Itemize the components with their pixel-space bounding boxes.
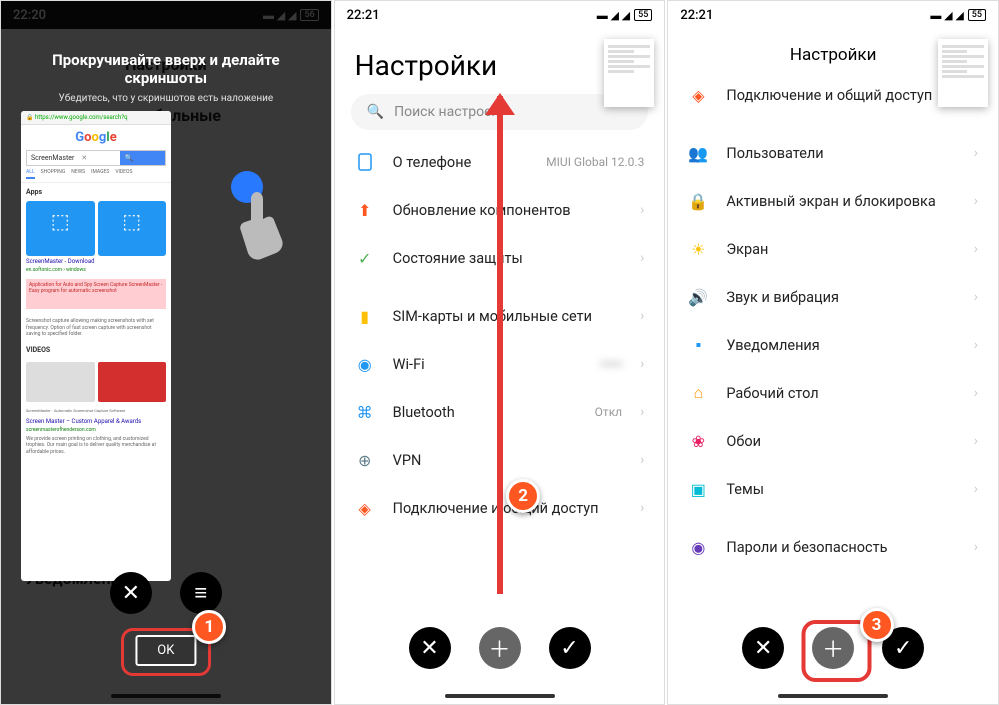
settings-row-users[interactable]: 👥Пользователи› xyxy=(668,129,998,177)
home-indicator xyxy=(445,694,555,698)
themes-icon: ▣ xyxy=(688,479,708,499)
sim-icon: ▮ xyxy=(355,306,375,326)
chevron-right-icon: › xyxy=(640,250,644,266)
settings-row-passwords[interactable]: ◉Пароли и безопасность› xyxy=(668,523,998,571)
share-icon: ◈ xyxy=(355,498,375,518)
demo-url: 🔒 https://www.google.com/search?q xyxy=(21,111,171,125)
step-badge-3: 3 xyxy=(860,608,894,642)
phone-panel-1: 22:20 ▬ ◢ ◢ 56 Настройки обильные Пользо… xyxy=(0,0,332,705)
bluetooth-icon: ⌘ xyxy=(355,402,375,422)
sound-icon: 🔊 xyxy=(688,287,708,307)
scroll-arrow-icon xyxy=(497,96,503,594)
status-icons: ▬ ◢ ◢ 55 xyxy=(597,9,653,22)
screenshot-thumbnail[interactable] xyxy=(938,39,988,107)
fingerprint-icon: ◉ xyxy=(688,537,708,557)
chevron-right-icon: › xyxy=(640,202,644,218)
wifi-icon: ◉ xyxy=(355,354,375,374)
settings-row-wallpaper[interactable]: ❀Обои› xyxy=(668,417,998,465)
home-indicator xyxy=(778,694,888,698)
chevron-right-icon: › xyxy=(974,241,978,257)
chevron-right-icon: › xyxy=(974,193,978,209)
chevron-right-icon: › xyxy=(640,308,644,324)
cancel-button[interactable]: ✕ xyxy=(409,627,451,669)
settings-row-notif[interactable]: ▪Уведомления› xyxy=(668,321,998,369)
status-icons: ▬ ◢ ◢ 55 xyxy=(930,9,986,22)
cancel-button[interactable]: ✕ xyxy=(742,627,784,669)
screenshot-thumbnail[interactable] xyxy=(604,39,654,107)
chevron-right-icon: › xyxy=(640,356,644,372)
chevron-right-icon: › xyxy=(974,539,978,555)
notification-icon: ▪ xyxy=(688,335,708,355)
status-bar: 22:21 ▬ ◢ ◢ 55 xyxy=(335,1,665,29)
status-time: 22:21 xyxy=(680,8,713,23)
phone-icon xyxy=(355,152,375,172)
settings-row-themes[interactable]: ▣Темы› xyxy=(668,465,998,513)
cancel-icon[interactable]: ✕ xyxy=(110,572,152,614)
chevron-right-icon: › xyxy=(974,385,978,401)
ok-button[interactable]: OK xyxy=(135,635,196,666)
demo-search: ScreenMaster✕🔍 xyxy=(26,150,166,166)
phone-panel-2: 22:21 ▬ ◢ ◢ 55 Настройки 🔍Поиск настроек… xyxy=(334,0,666,705)
chevron-right-icon: › xyxy=(974,433,978,449)
chevron-right-icon: › xyxy=(974,337,978,353)
brightness-icon: ☀ xyxy=(688,239,708,259)
chevron-right-icon: › xyxy=(974,289,978,305)
step-badge-1: 1 xyxy=(192,610,226,644)
demo-tabs: ALLSHOPPINGNEWSIMAGESVIDEOS xyxy=(21,166,171,183)
settings-row-sound[interactable]: 🔊Звук и вибрация› xyxy=(668,273,998,321)
settings-row-desktop[interactable]: ⌂Рабочий стол› xyxy=(668,369,998,417)
tutorial-title: Прокручивайте вверх и делайте скриншоты xyxy=(21,51,311,87)
action-buttons: ✕ ≡ xyxy=(1,572,331,614)
chevron-right-icon: › xyxy=(974,481,978,497)
action-buttons: ✕ ＋ ✓ xyxy=(335,627,665,669)
share-icon: ◈ xyxy=(688,85,708,105)
swipe-gesture-icon xyxy=(211,171,291,271)
confirm-button[interactable]: ✓ xyxy=(549,627,591,669)
status-time: 22:21 xyxy=(347,8,380,23)
add-button[interactable]: ＋ xyxy=(812,627,854,669)
add-button[interactable]: ＋ xyxy=(479,627,521,669)
status-bar: 22:21 ▬ ◢ ◢ 55 xyxy=(668,1,998,29)
wallpaper-icon: ❀ xyxy=(688,431,708,451)
tutorial-subtitle: Убедитесь, что у скриншотов есть наложен… xyxy=(21,93,311,104)
chevron-right-icon: › xyxy=(640,452,644,468)
home-icon: ⌂ xyxy=(688,383,708,403)
menu-icon[interactable]: ≡ xyxy=(180,572,222,614)
vpn-icon: ⊕ xyxy=(355,450,375,470)
search-icon: 🔍 xyxy=(367,104,384,120)
step-badge-2: 2 xyxy=(506,479,540,513)
chevron-right-icon: › xyxy=(640,404,644,420)
demo-screenshot: 🔒 https://www.google.com/search?q Google… xyxy=(21,111,171,581)
shield-icon: ✓ xyxy=(355,248,375,268)
google-logo: Google xyxy=(21,125,171,150)
chevron-right-icon: › xyxy=(640,500,644,516)
users-icon: 👥 xyxy=(688,143,708,163)
chevron-right-icon: › xyxy=(974,145,978,161)
action-buttons: ✕ ＋ ✓ xyxy=(668,627,998,669)
lock-icon: 🔒 xyxy=(688,191,708,211)
settings-row-screen[interactable]: ☀Экран› xyxy=(668,225,998,273)
settings-row-lock[interactable]: 🔒Активный экран и блокировка› xyxy=(668,177,998,225)
update-icon: ⬆ xyxy=(355,200,375,220)
phone-panel-3: 22:21 ▬ ◢ ◢ 55 Настройки ◈Подключение и … xyxy=(667,0,999,705)
